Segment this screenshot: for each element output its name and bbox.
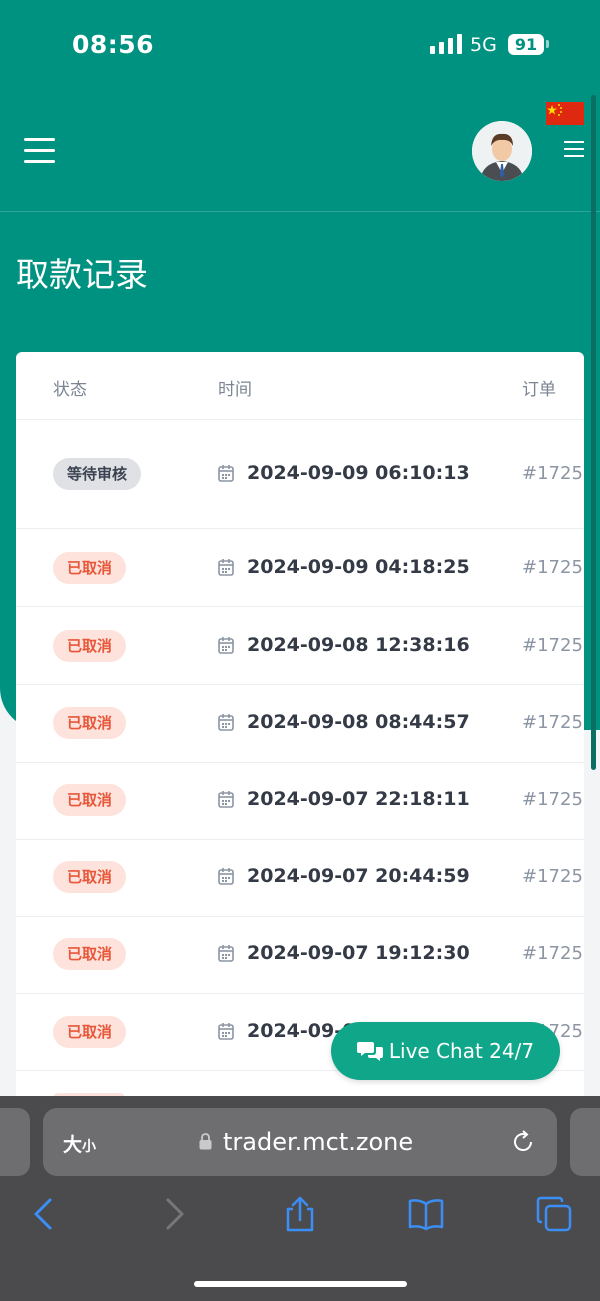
chevron-left-icon[interactable]: [26, 1196, 62, 1232]
battery-indicator: 91: [508, 34, 544, 55]
avatar-image: [472, 121, 532, 181]
record-time: 2024-09-08 08:44:57: [247, 711, 470, 733]
reload-icon[interactable]: [511, 1130, 535, 1154]
withdrawal-records-table: 状态 时间 订单 等待审核 2024-09-09 06:10:13 #17258…: [16, 352, 584, 1112]
order-number[interactable]: #17258: [522, 557, 584, 578]
status-badge: 等待审核: [53, 458, 142, 490]
order-number[interactable]: #17257: [522, 712, 584, 733]
battery-tip: [546, 40, 549, 48]
tabs-icon[interactable]: [536, 1196, 572, 1232]
live-chat-label: Live Chat 24/7: [388, 1039, 535, 1063]
home-indicator[interactable]: [194, 1281, 407, 1287]
record-time: 2024-09-07 22:18:11: [247, 788, 470, 810]
order-number[interactable]: #17257: [522, 635, 584, 656]
table-row[interactable]: 已取消 2024-09-08 12:38:16 #17257: [16, 607, 584, 685]
network-type: 5G: [470, 34, 497, 56]
browser-toolbar: 大小 trader.mct.zone: [0, 1096, 600, 1301]
book-icon[interactable]: [408, 1196, 444, 1232]
table-row[interactable]: 已取消 2024-09-08 08:44:57 #17257: [16, 685, 584, 763]
order-number[interactable]: #17257: [522, 866, 584, 887]
signal-icon: [430, 34, 462, 54]
text-size-big: 大: [63, 1134, 83, 1156]
table-row[interactable]: 已取消 2024-09-09 04:18:25 #17258: [16, 529, 584, 607]
address-bar[interactable]: 大小 trader.mct.zone: [43, 1108, 557, 1176]
status-badge: 已取消: [53, 707, 127, 739]
status-time: 08:56: [72, 30, 155, 59]
china-flag-icon[interactable]: [546, 102, 584, 125]
chevron-right-icon[interactable]: [156, 1196, 192, 1232]
url-text: trader.mct.zone: [223, 1128, 414, 1156]
status-badge: 已取消: [53, 784, 127, 816]
page-title: 取款记录: [16, 255, 148, 294]
calendar-icon: [218, 1023, 234, 1040]
calendar-icon: [218, 465, 234, 482]
record-time: 2024-09-09 04:18:25: [247, 556, 470, 578]
text-size-small: 小: [82, 1139, 97, 1155]
status-badge: 已取消: [53, 861, 127, 893]
table-row[interactable]: 已取消 2024-09-07 19:12:30 #17257: [16, 916, 584, 994]
column-header-time: 时间: [218, 380, 252, 400]
status-bar: 08:56 5G 91: [0, 0, 600, 90]
status-badge: 已取消: [53, 1016, 127, 1048]
user-avatar[interactable]: [472, 121, 532, 181]
column-header-order: 订单: [522, 380, 556, 400]
calendar-icon: [218, 559, 234, 576]
order-number[interactable]: #17257: [522, 943, 584, 964]
calendar-icon: [218, 714, 234, 731]
share-icon[interactable]: [282, 1196, 318, 1232]
user-menu-icon[interactable]: [564, 141, 584, 159]
scrollbar[interactable]: [591, 95, 596, 770]
calendar-icon: [218, 945, 234, 962]
table-header: 状态 时间 订单: [16, 352, 584, 420]
column-header-status: 状态: [53, 380, 87, 400]
previous-tab-preview[interactable]: [0, 1108, 30, 1176]
table-row[interactable]: 已取消 2024-09-07 20:44:59 #17257: [16, 839, 584, 917]
order-number[interactable]: #17257: [522, 789, 584, 810]
record-time: 2024-09-07 19:12:30: [247, 942, 470, 964]
status-badge: 已取消: [53, 630, 127, 662]
lock-icon: [199, 1133, 212, 1150]
next-tab-preview[interactable]: [570, 1108, 600, 1176]
text-size-button[interactable]: 大小: [63, 1130, 96, 1157]
table-row[interactable]: 已取消 2024-09-07 22:18:11 #17257: [16, 762, 584, 840]
hamburger-menu-icon[interactable]: [24, 138, 55, 163]
record-time: 2024-09-08 12:38:16: [247, 634, 470, 656]
calendar-icon: [218, 637, 234, 654]
chat-bubbles-icon: [356, 1042, 383, 1061]
status-badge: 已取消: [53, 938, 127, 970]
record-time: 2024-09-09 06:10:13: [247, 462, 470, 484]
status-badge: 已取消: [53, 552, 127, 584]
record-time: 2024-09-07 20:44:59: [247, 865, 470, 887]
calendar-icon: [218, 791, 234, 808]
order-number[interactable]: #17258: [522, 463, 584, 484]
header-divider: [0, 211, 600, 212]
live-chat-button[interactable]: Live Chat 24/7: [331, 1022, 560, 1080]
calendar-icon: [218, 868, 234, 885]
table-row[interactable]: 等待审核 2024-09-09 06:10:13 #17258: [16, 420, 584, 529]
